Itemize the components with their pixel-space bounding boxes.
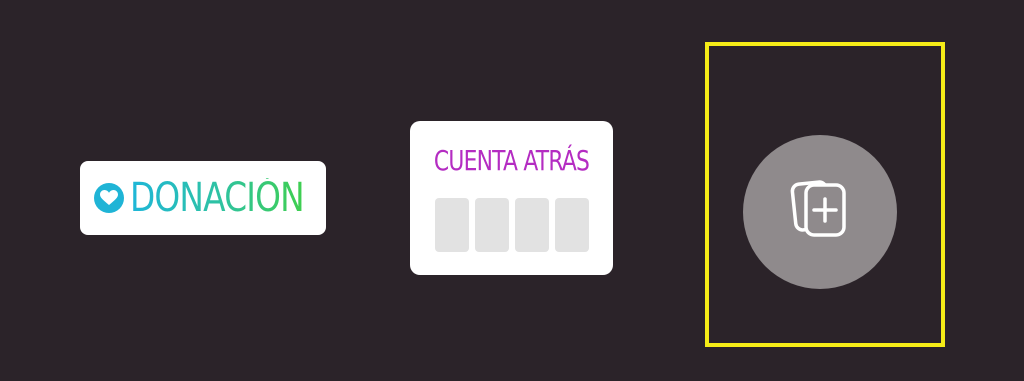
countdown-sticker[interactable]: CUENTA ATRÁS (410, 121, 613, 275)
countdown-slot (435, 198, 469, 252)
sticker-tray: DONACIÓN CUENTA ATRÁS (0, 0, 1024, 381)
donation-sticker[interactable]: DONACIÓN (80, 161, 326, 235)
add-sticker-button[interactable] (743, 135, 897, 289)
heart-icon (94, 183, 124, 213)
countdown-slot (475, 198, 509, 252)
countdown-slot (515, 198, 549, 252)
countdown-slot (555, 198, 589, 252)
donation-label: DONACIÓN (130, 175, 305, 221)
countdown-slots (435, 198, 589, 252)
add-sticker-icon (785, 175, 855, 250)
countdown-title: CUENTA ATRÁS (433, 144, 590, 177)
